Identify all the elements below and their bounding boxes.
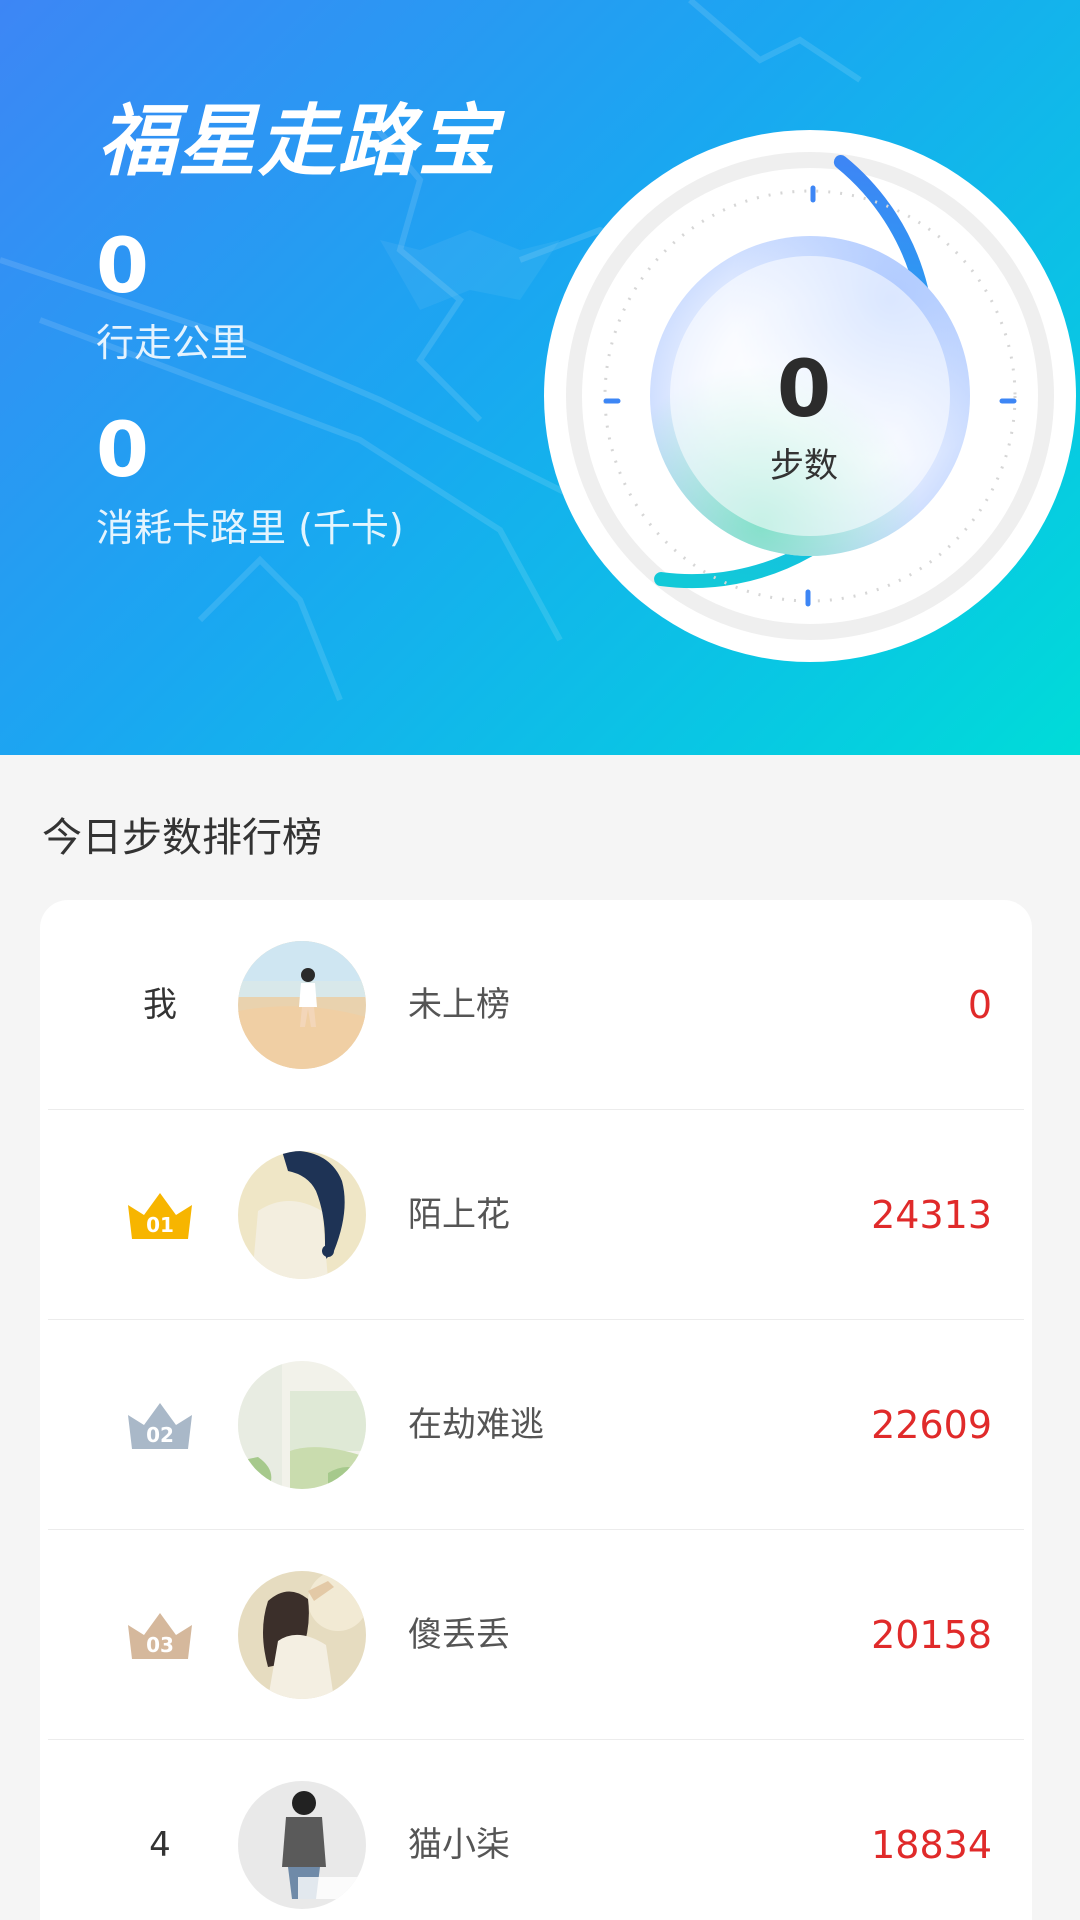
avatar[interactable] bbox=[238, 1571, 366, 1699]
calories-value: 0 bbox=[96, 405, 149, 494]
avatar[interactable] bbox=[238, 1151, 366, 1279]
gold-crown-icon: 01 bbox=[128, 1193, 192, 1239]
avatar-grey-top-image bbox=[238, 1781, 366, 1909]
user-name: 未上榜 bbox=[408, 985, 510, 1025]
avatar[interactable] bbox=[238, 941, 366, 1069]
hero-banner: 福星走路宝 0 行走公里 0 消耗卡路里 (千卡) 0 步数 bbox=[0, 0, 1080, 755]
user-name: 猫小柒 bbox=[408, 1825, 510, 1865]
silver-crown-icon: 02 bbox=[128, 1403, 192, 1449]
leaderboard-card: 我 未上榜 0 01 陌上花 24313 02 在劫难逃 22609 03 傻丢… bbox=[40, 900, 1032, 1920]
avatar-beach-image bbox=[238, 941, 366, 1069]
user-name: 傻丢丢 bbox=[408, 1615, 510, 1655]
medal-rank: 03 bbox=[146, 1633, 174, 1657]
leaderboard-row-2[interactable]: 02 在劫难逃 22609 bbox=[40, 1320, 1032, 1530]
calories-label: 消耗卡路里 (千卡) bbox=[96, 506, 404, 550]
avatar[interactable] bbox=[238, 1361, 366, 1489]
distance-value: 0 bbox=[96, 221, 149, 310]
medal-rank: 01 bbox=[146, 1213, 174, 1237]
step-count: 20158 bbox=[871, 1613, 992, 1657]
user-name: 在劫难逃 bbox=[408, 1405, 544, 1445]
avatar-window-image bbox=[238, 1361, 366, 1489]
avatar[interactable] bbox=[238, 1781, 366, 1909]
leaderboard-row-3[interactable]: 03 傻丢丢 20158 bbox=[40, 1530, 1032, 1740]
leaderboard-row-4[interactable]: 4 猫小柒 18834 bbox=[40, 1740, 1032, 1920]
bronze-crown-icon: 03 bbox=[128, 1613, 192, 1659]
step-count: 24313 bbox=[871, 1193, 992, 1237]
leaderboard-row-1[interactable]: 01 陌上花 24313 bbox=[40, 1110, 1032, 1320]
rank-label: 我 bbox=[143, 985, 177, 1025]
step-count: 22609 bbox=[871, 1403, 992, 1447]
steps-value: 0 bbox=[776, 345, 832, 435]
app-title: 福星走路宝 bbox=[98, 97, 499, 187]
avatar-girl-image bbox=[238, 1571, 366, 1699]
medal-rank: 02 bbox=[146, 1423, 174, 1447]
avatar-braid-image bbox=[238, 1151, 366, 1279]
distance-label: 行走公里 bbox=[96, 321, 249, 365]
step-count: 18834 bbox=[871, 1823, 992, 1867]
rank-label: 4 bbox=[149, 1825, 171, 1865]
step-counter-page: 福星走路宝 0 行走公里 0 消耗卡路里 (千卡) 0 步数 今日步数排行榜 我… bbox=[0, 0, 1080, 1920]
leaderboard-title: 今日步数排行榜 bbox=[42, 815, 322, 861]
user-name: 陌上花 bbox=[408, 1195, 510, 1235]
steps-label: 步数 bbox=[770, 446, 838, 486]
leaderboard-row-me[interactable]: 我 未上榜 0 bbox=[40, 900, 1032, 1110]
step-count: 0 bbox=[967, 983, 992, 1027]
